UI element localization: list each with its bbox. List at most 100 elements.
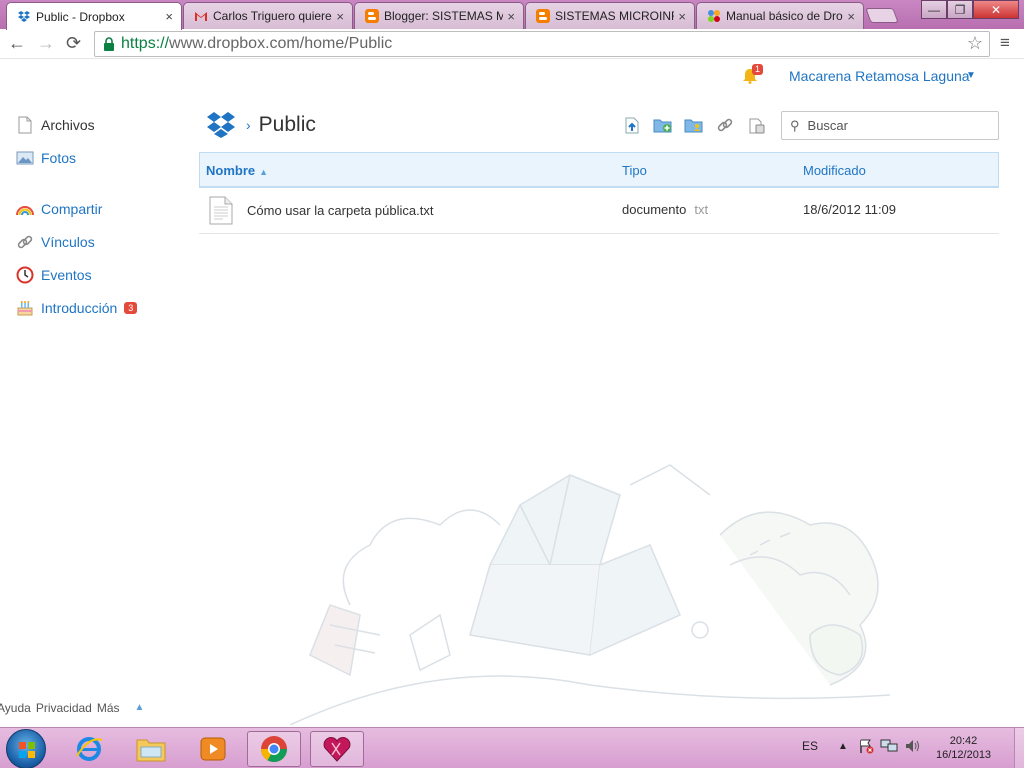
tab-title: Manual básico de Drop — [726, 9, 844, 23]
new-tab-button[interactable] — [865, 8, 899, 23]
system-clock[interactable]: 20:42 16/12/2013 — [936, 734, 991, 762]
sidebar-item-compartir[interactable]: Compartir — [16, 197, 102, 221]
folder-icon — [136, 739, 166, 762]
shared-folder-icon[interactable] — [684, 116, 704, 134]
dropbox-logo-icon[interactable] — [206, 111, 236, 139]
intro-count-badge: 3 — [124, 302, 138, 314]
tab-close-icon[interactable]: × — [678, 9, 686, 24]
text-document-icon — [209, 196, 233, 225]
sidebar-item-eventos[interactable]: Eventos — [16, 263, 92, 287]
media-player-icon — [200, 737, 226, 761]
file-row[interactable]: Cómo usar la carpeta pública.txt documen… — [199, 189, 999, 234]
internet-explorer-icon — [76, 737, 103, 761]
show-desktop-button[interactable] — [1014, 728, 1024, 768]
menu-hamburger-icon[interactable]: ≡ — [1000, 33, 1010, 53]
sort-ascending-icon: ▲ — [259, 167, 269, 177]
back-arrow-icon[interactable]: ← — [8, 33, 26, 54]
sidebar-item-fotos[interactable]: Fotos — [16, 146, 76, 170]
sidebar-item-label: Archivos — [41, 117, 95, 133]
action-center-flag-icon[interactable] — [858, 738, 874, 754]
column-header-type[interactable]: Tipo — [622, 163, 647, 178]
chevron-right-icon: › — [246, 117, 251, 133]
search-input[interactable]: Buscar — [808, 118, 848, 133]
folder-title: Public — [258, 113, 316, 136]
system-tray: ES ▲ — [802, 738, 922, 754]
search-icon: ⚲ — [790, 117, 800, 133]
sidebar-item-introduccion[interactable]: Introducción 3 — [16, 296, 138, 320]
taskbar-media-player[interactable] — [186, 731, 240, 767]
search-box[interactable]: ⚲ Buscar — [781, 111, 999, 140]
background-illustration — [290, 464, 890, 725]
upload-icon[interactable] — [622, 116, 642, 134]
maximize-button[interactable]: ❐ — [947, 0, 973, 19]
reload-icon[interactable]: ⟳ — [66, 33, 81, 54]
column-header-name[interactable]: Nombre ▲ — [206, 163, 268, 178]
close-window-button[interactable]: ✕ — [973, 0, 1019, 19]
chevron-down-icon[interactable]: ▼ — [966, 70, 976, 81]
tab-close-icon[interactable]: × — [165, 9, 173, 24]
taskbar-app-heart[interactable] — [310, 731, 364, 767]
show-hidden-icons-icon[interactable]: ▲ — [838, 741, 848, 752]
footer-link-privacidad[interactable]: Privacidad — [36, 701, 92, 715]
network-icon[interactable] — [880, 738, 898, 754]
file-type: documento txt — [622, 202, 708, 217]
language-indicator[interactable]: ES — [802, 739, 818, 753]
sidebar-item-vinculos[interactable]: Vínculos — [16, 230, 95, 254]
sidebar-item-label: Vínculos — [41, 234, 95, 250]
bookmark-star-icon[interactable]: ☆ — [967, 33, 983, 54]
url-path: www.dropbox.com/home/Public — [169, 35, 393, 52]
events-clock-icon — [16, 266, 34, 284]
tab-blogger-2[interactable]: SISTEMAS MICROINFO × — [525, 2, 695, 29]
taskbar-internet-explorer[interactable] — [62, 731, 116, 767]
volume-icon[interactable] — [904, 738, 922, 754]
chevron-up-icon[interactable]: ▲ — [135, 702, 145, 715]
sidebar-item-label: Fotos — [41, 150, 77, 166]
heart-app-icon — [323, 737, 351, 762]
tab-close-icon[interactable]: × — [336, 9, 344, 24]
tab-public-dropbox[interactable]: Public - Dropbox × — [6, 2, 182, 30]
new-folder-icon[interactable] — [653, 116, 673, 134]
file-list-header: Nombre ▲ Tipo Modificado — [199, 152, 999, 188]
footer-link-mas[interactable]: Más — [97, 701, 120, 715]
tab-close-icon[interactable]: × — [847, 9, 855, 24]
tab-title: Carlos Triguero quiere — [213, 9, 332, 23]
windows-logo-icon — [19, 742, 35, 758]
minimize-button[interactable]: — — [921, 0, 947, 19]
start-button[interactable] — [6, 729, 46, 768]
notification-count-badge: 1 — [752, 64, 764, 75]
sidebar-item-label: Introducción — [41, 300, 118, 316]
user-name-link[interactable]: Macarena Retamosa Laguna — [789, 68, 970, 84]
breadcrumb: › Public — [206, 110, 316, 140]
link-icon[interactable] — [715, 116, 735, 134]
tab-title: Blogger: SISTEMAS MI — [384, 9, 504, 23]
photos-icon — [16, 151, 34, 165]
taskbar-chrome[interactable] — [247, 731, 301, 767]
gmail-favicon-icon — [195, 12, 207, 21]
taskbar-file-explorer[interactable] — [124, 731, 178, 767]
tab-close-icon[interactable]: × — [507, 9, 515, 24]
clock-date: 16/12/2013 — [936, 749, 992, 761]
clock-time: 20:42 — [949, 735, 978, 747]
file-name[interactable]: Cómo usar la carpeta pública.txt — [247, 203, 433, 218]
tab-gmail[interactable]: Carlos Triguero quiere × — [183, 2, 353, 29]
url-scheme: https:// — [121, 35, 170, 52]
browser-tab-strip: Public - Dropbox × Carlos Triguero quier… — [0, 0, 1024, 30]
tab-title: SISTEMAS MICROINFO — [555, 9, 674, 23]
tab-manual-dropbox[interactable]: Manual básico de Drop × — [696, 2, 864, 29]
lock-icon — [104, 37, 114, 51]
address-bar[interactable]: https://www.dropbox.com/home/Public ☆ — [94, 31, 990, 57]
sidebar-item-label: Compartir — [41, 201, 103, 217]
page-favicon-icon — [708, 10, 720, 22]
dropbox-favicon-icon — [18, 10, 30, 22]
file-extension: txt — [694, 202, 709, 217]
forward-arrow-icon[interactable]: → — [37, 33, 55, 54]
deleted-files-icon[interactable] — [746, 116, 766, 134]
blogger-favicon-icon — [536, 9, 550, 23]
cake-icon — [17, 301, 33, 316]
chrome-icon — [260, 736, 288, 763]
blogger-favicon-icon — [365, 9, 379, 23]
column-header-modified[interactable]: Modificado — [803, 163, 866, 178]
tab-blogger-1[interactable]: Blogger: SISTEMAS MI × — [354, 2, 524, 29]
footer-link-ayuda[interactable]: Ayuda — [0, 701, 31, 715]
sidebar-item-archivos[interactable]: Archivos — [16, 113, 95, 137]
